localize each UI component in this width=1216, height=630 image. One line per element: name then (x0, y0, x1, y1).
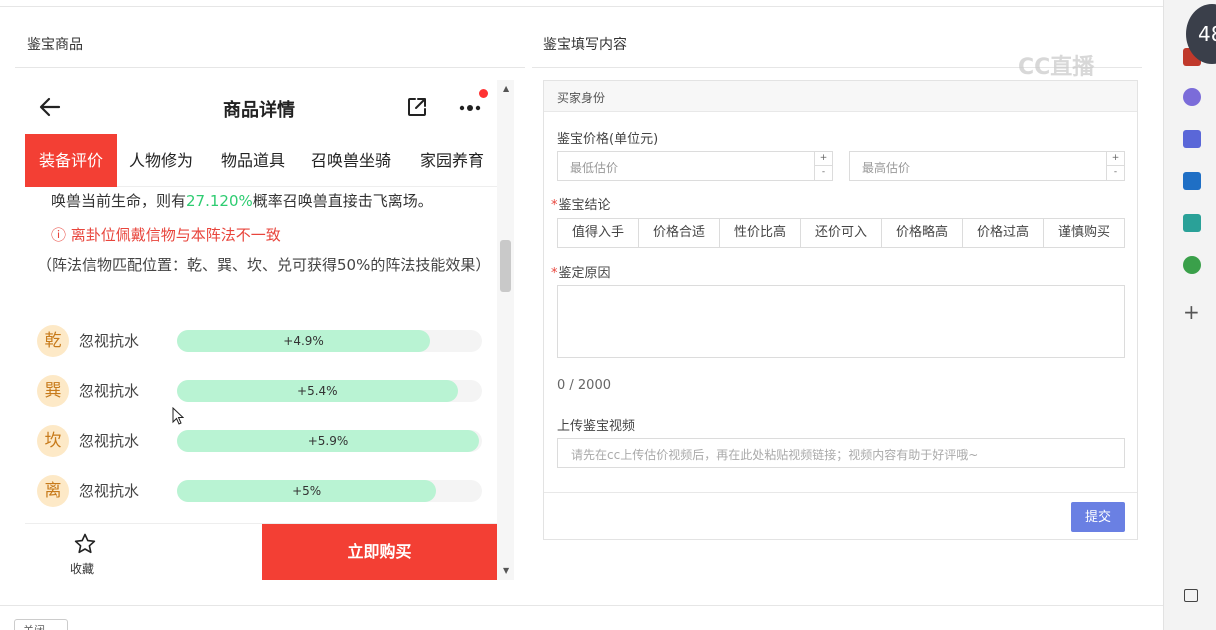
buyer-identity-header: 买家身份 (544, 81, 1137, 112)
stat-bar: +5.4% (177, 380, 482, 402)
conclusion-option[interactable]: 值得入手 (558, 219, 639, 247)
video-link-input[interactable]: 请先在cc上传估价视频后，再在此处粘贴视频链接；视频内容有助于好评哦~ (557, 438, 1125, 468)
formation-description: （阵法信物匹配位置：乾、巽、坎、兑可获得50%的阵法技能效果） (37, 256, 491, 274)
bottom-divider (0, 605, 1163, 606)
stat-bar-fill: +5% (177, 480, 437, 502)
scroll-up-icon[interactable]: ▲ (503, 84, 509, 93)
min-price-input[interactable]: 最低估价 + - (557, 151, 833, 181)
preview-content: 唤兽当前生命，则有27.120%概率召唤兽直接击飞离场。 ⓘ 离卦位佩戴信物与本… (25, 188, 497, 523)
price-label: 鉴宝价格(单位元) (557, 132, 659, 147)
back-arrow-icon[interactable] (37, 94, 63, 120)
preview-scrollbar[interactable] (497, 80, 514, 580)
share-icon[interactable] (405, 95, 429, 119)
video-label: 上传鉴宝视频 (557, 419, 636, 434)
star-icon[interactable] (73, 532, 97, 556)
top-divider (0, 6, 1163, 7)
reason-label: *鉴定原因 (551, 266, 611, 281)
right-section-title: 鉴宝填写内容 (543, 37, 627, 53)
stat-label: 忽视抗水 (79, 332, 140, 350)
chess-icon[interactable] (1183, 88, 1201, 106)
stat-label: 忽视抗水 (79, 432, 140, 450)
increment-icon[interactable]: + (815, 152, 832, 166)
trigram-badge: 巽 (37, 375, 69, 407)
buy-now-button[interactable]: 立即购买 (262, 524, 497, 580)
video-link-placeholder: 请先在cc上传估价视频后，再在此处粘贴视频链接；视频内容有助于好评哦~ (571, 448, 979, 462)
reason-textarea[interactable] (557, 285, 1125, 358)
stat-label: 忽视抗水 (79, 482, 140, 500)
tab-home[interactable]: 家园养育 (420, 134, 484, 187)
outlook-icon[interactable] (1183, 172, 1201, 190)
warning-text: ⓘ 离卦位佩戴信物与本阵法不一致 (51, 226, 281, 244)
category-tabs: 装备评价 人物修为 物品道具 召唤兽坐骑 家园养育 (25, 134, 497, 187)
stat-bar-fill: +5.9% (177, 430, 479, 452)
preview-footer: 收藏 立即购买 (25, 523, 497, 580)
add-icon[interactable]: + (1183, 300, 1200, 324)
trigram-badge: 离 (37, 475, 69, 507)
max-price-placeholder: 最高估价 (862, 161, 911, 175)
tab-equipment-review[interactable]: 装备评价 (25, 134, 117, 187)
preview-header: 商品详情 (25, 80, 497, 134)
stat-bar: +5.9% (177, 430, 482, 452)
min-price-stepper[interactable]: + - (814, 152, 832, 180)
conclusion-option[interactable]: 性价比高 (720, 219, 801, 247)
conclusion-option[interactable]: 价格合适 (639, 219, 720, 247)
left-section-title: 鉴宝商品 (27, 37, 83, 53)
decrement-icon[interactable]: - (1107, 166, 1124, 180)
tree-icon[interactable] (1183, 256, 1201, 274)
conclusion-option[interactable]: 谨慎购买 (1044, 219, 1124, 247)
stat-row: 乾 忽视抗水 +4.9% (37, 325, 497, 357)
send-icon[interactable] (1183, 214, 1201, 232)
increment-icon[interactable]: + (1107, 152, 1124, 166)
left-header-divider (15, 67, 525, 68)
stream-watermark: CC直播 (1018, 55, 1095, 80)
notification-dot (479, 89, 488, 98)
appraisal-form: 买家身份 鉴宝价格(单位元) 最低估价 + - 最高估价 + - *鉴宝结论 值得入… (543, 80, 1138, 540)
decrement-icon[interactable]: - (815, 166, 832, 180)
conclusion-options: 值得入手 价格合适 性价比高 还价可入 价格略高 价格过高 谨慎购买 (557, 218, 1125, 248)
max-price-input[interactable]: 最高估价 + - (849, 151, 1125, 181)
max-price-stepper[interactable]: + - (1106, 152, 1124, 180)
scroll-down-icon[interactable]: ▼ (503, 566, 509, 575)
effect-text: 唤兽当前生命，则有27.120%概率召唤兽直接击飞离场。 (51, 192, 433, 210)
more-options-icon[interactable] (457, 95, 485, 119)
stat-bar-fill: +5.4% (177, 380, 458, 402)
tab-character[interactable]: 人物修为 (129, 134, 193, 187)
stat-row: 离 忽视抗水 +5% (37, 475, 497, 507)
trigram-badge: 坎 (37, 425, 69, 457)
conclusion-label: *鉴宝结论 (551, 198, 611, 213)
favorite-label[interactable]: 收藏 (70, 560, 94, 577)
stat-bar: +4.9% (177, 330, 482, 352)
char-counter: 0 / 2000 (557, 378, 611, 393)
preview-title: 商品详情 (223, 100, 295, 121)
tab-summons[interactable]: 召唤兽坐骑 (311, 134, 391, 187)
conclusion-option[interactable]: 价格过高 (963, 219, 1044, 247)
main-area: 鉴宝商品 鉴宝填写内容 商品详情 装备评价 人物修为 物品道具 召唤兽坐骑 家园… (0, 0, 1163, 630)
close-button[interactable]: 关闭 (14, 619, 68, 630)
trigram-badge: 乾 (37, 325, 69, 357)
conclusion-option[interactable]: 价格略高 (882, 219, 963, 247)
stat-bar: +5% (177, 480, 482, 502)
tab-items[interactable]: 物品道具 (221, 134, 285, 187)
browser-sidebar: + (1163, 0, 1216, 630)
min-price-placeholder: 最低估价 (570, 161, 619, 175)
conclusion-option[interactable]: 还价可入 (801, 219, 882, 247)
sidebar-toggle-icon[interactable] (1184, 589, 1198, 602)
stat-bar-fill: +4.9% (177, 330, 431, 352)
copilot-icon[interactable] (1183, 130, 1201, 148)
mouse-cursor-icon (172, 407, 184, 425)
stat-row: 巽 忽视抗水 +5.4% (37, 375, 497, 407)
form-footer-divider (544, 492, 1137, 493)
product-preview: 商品详情 装备评价 人物修为 物品道具 召唤兽坐骑 家园养育 唤兽当前生命，则有… (25, 80, 515, 580)
submit-button[interactable]: 提交 (1071, 502, 1125, 532)
scrollbar-thumb[interactable] (500, 240, 511, 292)
stat-label: 忽视抗水 (79, 382, 140, 400)
stat-row: 坎 忽视抗水 +5.9% (37, 425, 497, 457)
